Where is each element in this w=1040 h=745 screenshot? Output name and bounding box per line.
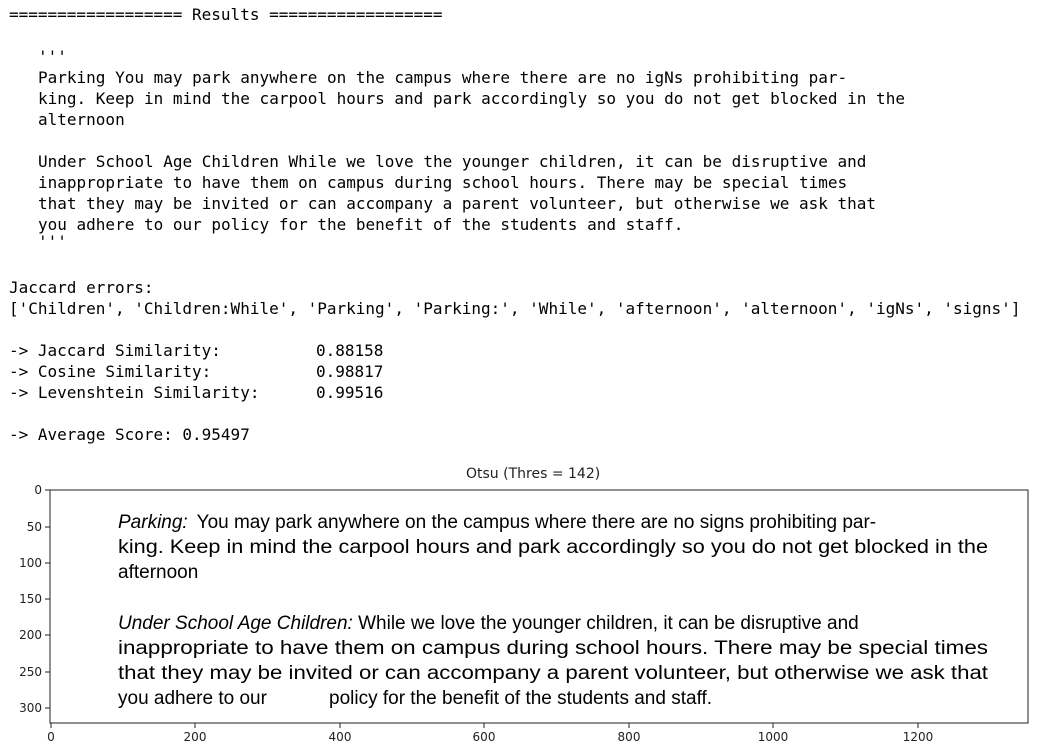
jaccard-errors-list: ['Children', 'Children:While', 'Parking'…	[9, 299, 1021, 318]
para2-line1: Under School Age Children While we love …	[38, 152, 867, 171]
x-tick-0: 0	[47, 730, 55, 744]
metric-jaccard-label: -> Jaccard Similarity:	[9, 341, 221, 360]
y-tick-300: 300	[19, 701, 42, 715]
metric-cosine-label: -> Cosine Similarity:	[9, 362, 212, 381]
para2-line4: you adhere to our policy for the benefit…	[38, 215, 684, 234]
jaccard-errors-label: Jaccard errors:	[9, 278, 154, 297]
img-p1-l3: afternoon	[118, 562, 198, 583]
y-tick-100: 100	[19, 556, 42, 570]
metric-levenshtein-label: -> Levenshtein Similarity:	[9, 383, 260, 402]
quote-open: '''	[38, 47, 67, 66]
x-axis: 0 200 400 600 800 1000 1200	[47, 723, 933, 744]
img-p2-l4-a: you adhere to our	[118, 688, 268, 709]
para2-line2: inappropriate to have them on campus dur…	[38, 173, 848, 192]
img-p2-l3: that they may be invited or can accompan…	[118, 663, 989, 684]
x-tick-400: 400	[329, 730, 352, 744]
x-tick-600: 600	[473, 730, 496, 744]
x-tick-800: 800	[618, 730, 641, 744]
svg-text:Parking: You may park an: Parking: You may park anywhere on the ca…	[118, 512, 876, 533]
para1-line1: Parking You may park anywhere on the cam…	[38, 68, 848, 87]
y-tick-200: 200	[19, 628, 42, 642]
y-tick-250: 250	[19, 665, 42, 679]
metric-levenshtein-value: 0.99516	[316, 383, 384, 402]
img-p2-l4-b: policy for the benefit of the students a…	[329, 688, 712, 709]
x-tick-1000: 1000	[758, 730, 789, 744]
x-tick-200: 200	[184, 730, 207, 744]
results-header: ================== Results =============…	[9, 5, 443, 24]
para1-line2: king. Keep in mind the carpool hours and…	[38, 89, 905, 108]
otsu-image-plot: 0 50 100 150 200 250 300 0 200 400 600 8…	[19, 485, 1029, 744]
average-score: -> Average Score: 0.95497	[9, 425, 250, 444]
y-tick-0: 0	[34, 485, 42, 497]
metric-jaccard-value: 0.88158	[316, 341, 384, 360]
quote-close: '''	[38, 232, 67, 251]
metric-cosine-value: 0.98817	[316, 362, 384, 381]
plot-title: Otsu (Thres = 142)	[466, 466, 601, 482]
para2-line3: that they may be invited or can accompan…	[38, 194, 877, 213]
img-p2-l2: inappropriate to have them on campus dur…	[118, 638, 988, 659]
y-tick-150: 150	[19, 592, 42, 606]
y-axis: 0 50 100 150 200 250 300	[19, 485, 50, 715]
img-p1-l1-rest: You may park anywhere on the campus wher…	[197, 512, 876, 533]
img-p2-l1-rest: While we love the younger children, it c…	[358, 613, 859, 634]
img-p2-l1-italic: Under School Age Children:	[118, 613, 353, 634]
para1-line3: alternoon	[38, 110, 125, 129]
img-p1-l2: king. Keep in mind the carpool hours and…	[118, 537, 988, 558]
svg-text:Under School Age Children:: Under School Age Children: While we love…	[118, 613, 859, 634]
x-tick-1200: 1200	[903, 730, 934, 744]
y-tick-50: 50	[27, 520, 42, 534]
img-p1-l1-italic: Parking:	[118, 512, 188, 533]
